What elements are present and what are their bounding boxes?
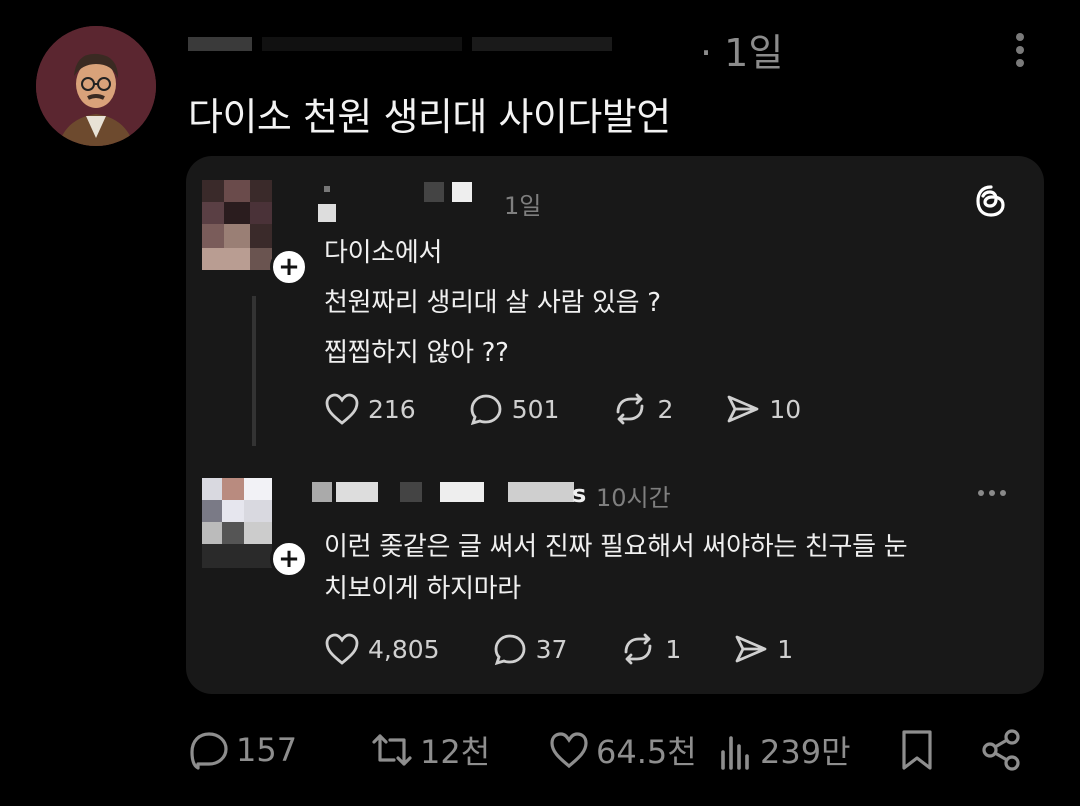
post2-repost-button[interactable]: 1 (619, 632, 681, 666)
repost-icon (617, 393, 644, 425)
post2-reply-button[interactable]: 37 (492, 632, 568, 666)
retweet-icon (372, 734, 412, 766)
follow-plus-icon[interactable]: + (270, 540, 308, 578)
post1-share-button[interactable]: 10 (725, 392, 801, 426)
post1-actions: 216 501 2 10 (324, 392, 801, 426)
share-button[interactable] (980, 722, 1022, 778)
post2-line-1: 이런 좆같은 글 써서 진짜 필요해서 써야하는 친구들 눈 (324, 532, 908, 562)
post1-like-count: 216 (368, 394, 416, 424)
post2-reply-count: 37 (535, 634, 568, 664)
repost-icon (624, 633, 652, 665)
heart-icon (325, 633, 359, 665)
post2-username-tail: s (572, 480, 587, 508)
retweet-button[interactable]: 12천 (370, 722, 490, 778)
thread-connector-line (252, 296, 256, 446)
post2-username-redacted[interactable] (312, 482, 582, 504)
post1-line-1: 다이소에서 (324, 238, 443, 268)
post2-share-count: 1 (777, 634, 794, 664)
embedded-threads-card[interactable]: + 1일 다이소에서 천원짜리 생리대 살 사람 있음 ? 찝찝하지 않아 ??… (186, 156, 1044, 694)
share-icon (982, 729, 1020, 771)
views-icon (721, 736, 749, 770)
comment-icon (470, 394, 502, 426)
post2-repost-count: 1 (665, 634, 682, 664)
views-button[interactable]: 239만 (718, 722, 851, 778)
tweet-timestamp: · 1일 (700, 31, 784, 75)
send-icon (727, 395, 759, 423)
send-icon (735, 635, 767, 663)
author-avatar[interactable] (36, 26, 156, 146)
reply-count: 157 (236, 731, 298, 769)
threads-logo-icon (976, 185, 1005, 217)
post1-like-button[interactable]: 216 (324, 392, 416, 426)
post1-reply-button[interactable]: 501 (468, 392, 560, 426)
more-horizontal-icon[interactable] (978, 490, 1006, 496)
follow-plus-icon[interactable]: + (270, 248, 308, 286)
reply-button[interactable]: 157 (188, 722, 297, 778)
post2-share-button[interactable]: 1 (733, 632, 793, 666)
avatar-illustration (36, 26, 156, 146)
view-count: 239만 (760, 733, 851, 771)
like-button[interactable]: 64.5천 (548, 722, 697, 778)
bookmark-icon (902, 730, 932, 770)
heart-icon (325, 393, 359, 425)
more-vertical-icon[interactable] (1006, 30, 1034, 70)
tweet-action-bar: 157 12천 64.5천 239만 (186, 722, 1046, 778)
tweet-text: 다이소 천원 생리대 사이다발언 (188, 95, 671, 139)
post2-like-button[interactable]: 4,805 (324, 632, 440, 666)
retweet-count: 12천 (420, 733, 491, 771)
bookmark-button[interactable] (898, 722, 936, 778)
author-name-redacted[interactable] (188, 26, 612, 62)
comment-icon (494, 634, 525, 666)
post1-repost-button[interactable]: 2 (611, 392, 673, 426)
post1-username-redacted[interactable] (318, 182, 504, 222)
post1-reply-count: 501 (511, 394, 560, 424)
post2-timestamp: 10시간 (596, 484, 671, 512)
post2-actions: 4,805 37 1 1 (324, 632, 793, 666)
post1-share-count: 10 (769, 394, 802, 424)
heart-icon (550, 732, 588, 769)
comment-icon (190, 732, 228, 770)
post1-line-3: 찝찝하지 않아 ?? (324, 338, 509, 368)
post1-repost-count: 2 (657, 394, 674, 424)
post1-timestamp: 1일 (504, 192, 542, 220)
post2-line-2: 치보이게 하지마라 (324, 574, 521, 604)
like-count: 64.5천 (596, 733, 697, 771)
post1-line-2: 천원짜리 생리대 살 사람 있음 ? (324, 288, 661, 318)
post1-avatar-redacted (202, 180, 272, 270)
post2-avatar-redacted (202, 478, 272, 568)
post2-like-count: 4,805 (368, 634, 440, 664)
